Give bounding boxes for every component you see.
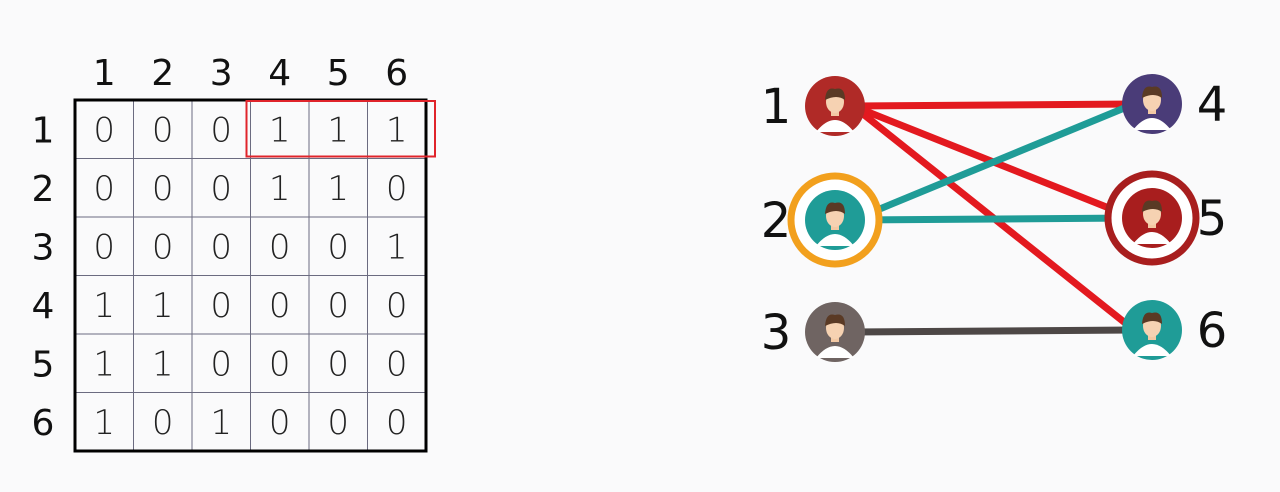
diagram-canvas: 1234561234560001110001100000011100001100…	[0, 0, 1280, 492]
node-label: 2	[761, 193, 792, 249]
edge-1-4	[852, 100, 1135, 110]
node-label: 3	[761, 305, 792, 361]
edge-3-6	[852, 326, 1135, 336]
node-4: 4	[1122, 74, 1227, 134]
node-6: 6	[1122, 300, 1227, 360]
node-label: 1	[761, 79, 792, 135]
node-3: 3	[761, 302, 865, 362]
node-5: 5	[1104, 170, 1228, 266]
edges	[850, 100, 1137, 336]
bipartite-graph: 1 2 3 4 5 6	[761, 74, 1228, 362]
node-2: 2	[761, 172, 883, 268]
node-label: 6	[1197, 303, 1228, 359]
node-label: 5	[1197, 191, 1228, 247]
edge-2-5	[852, 214, 1135, 224]
node-label: 4	[1197, 77, 1228, 133]
node-1: 1	[761, 76, 865, 136]
